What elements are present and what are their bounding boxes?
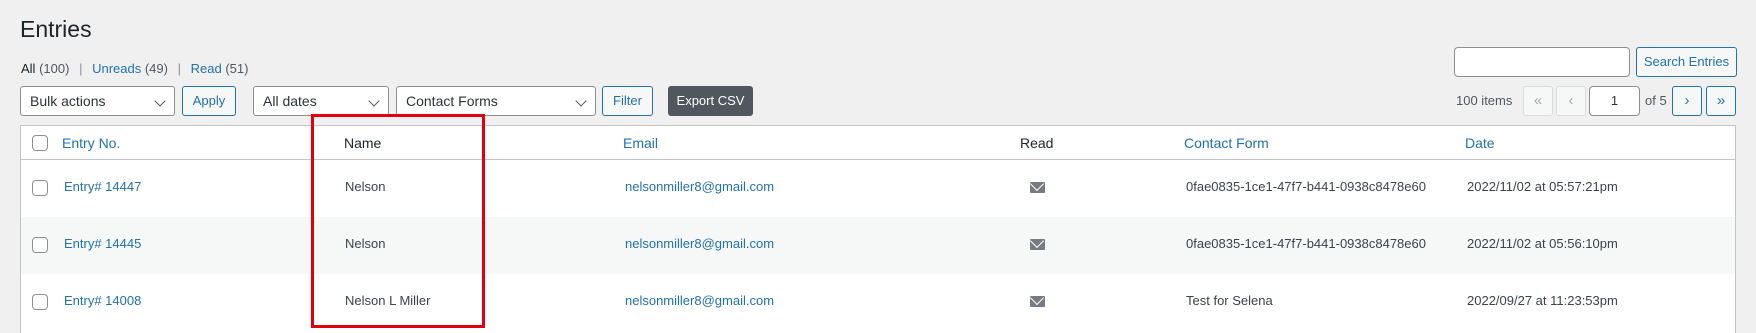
row-checkbox[interactable] — [32, 180, 48, 196]
filter-button[interactable]: Filter — [602, 86, 653, 116]
total-pages: of 5 — [1645, 93, 1667, 108]
table-row: Entry# 14447 Nelson nelsonmiller8@gmail.… — [21, 160, 1735, 217]
next-page-button[interactable]: › — [1672, 86, 1702, 116]
entry-link[interactable]: Entry# 14008 — [64, 293, 141, 308]
column-read: Read — [1020, 135, 1054, 151]
entry-contact-form: Test for Selena — [1186, 293, 1273, 308]
search-input[interactable] — [1454, 47, 1630, 77]
entry-email[interactable]: nelsonmiller8@gmail.com — [625, 236, 774, 251]
envelope-icon — [1030, 182, 1045, 193]
chevron-down-icon — [368, 95, 380, 107]
entry-date: 2022/11/02 at 05:56:10pm — [1467, 236, 1618, 251]
filter-read-count: (51) — [225, 61, 249, 76]
entry-date: 2022/09/27 at 11:23:53pm — [1467, 293, 1618, 308]
filter-separator: | — [177, 61, 181, 76]
column-date[interactable]: Date — [1465, 135, 1495, 151]
dates-value: All dates — [263, 93, 317, 109]
entry-email[interactable]: nelsonmiller8@gmail.com — [625, 293, 774, 308]
filter-unreads-count: (49) — [144, 61, 168, 76]
row-checkbox[interactable] — [32, 294, 48, 310]
name-column-highlight-box — [311, 114, 485, 328]
filter-read-link[interactable]: Read — [191, 61, 222, 76]
filter-unreads-link[interactable]: Unreads — [92, 61, 141, 76]
items-count: 100 items — [1456, 93, 1513, 108]
envelope-icon — [1030, 239, 1045, 250]
filter-all-link[interactable]: All — [21, 61, 35, 76]
column-email[interactable]: Email — [623, 135, 658, 151]
entry-contact-form: 0fae0835-1ce1-47f7-b441-0938c8478e60 — [1186, 236, 1426, 251]
row-checkbox[interactable] — [32, 237, 48, 253]
column-entry-no[interactable]: Entry No. — [62, 135, 120, 151]
table-row: Entry# 14445 Nelson nelsonmiller8@gmail.… — [21, 217, 1735, 274]
status-filter-links: All (100) | Unreads (49) | Read (51) — [21, 61, 248, 76]
select-all-checkbox[interactable] — [32, 135, 48, 151]
bulk-actions-select[interactable]: Bulk actions — [20, 86, 175, 116]
entry-link[interactable]: Entry# 14447 — [64, 179, 141, 194]
forms-value: Contact Forms — [406, 93, 498, 109]
first-page-button[interactable]: « — [1523, 86, 1553, 116]
table-row: Entry# 14008 Nelson L Miller nelsonmille… — [21, 274, 1735, 331]
envelope-icon — [1030, 296, 1045, 307]
entry-link[interactable]: Entry# 14445 — [64, 236, 141, 251]
export-csv-button[interactable]: Export CSV — [668, 86, 753, 116]
filter-separator: | — [79, 61, 83, 76]
entries-table: Entry No. Name Email Read Contact Form D… — [20, 125, 1736, 333]
dates-select[interactable]: All dates — [253, 86, 389, 116]
entry-date: 2022/11/02 at 05:57:21pm — [1467, 179, 1618, 194]
entry-email[interactable]: nelsonmiller8@gmail.com — [625, 179, 774, 194]
last-page-button[interactable]: » — [1706, 86, 1736, 116]
filter-all-count: (100) — [39, 61, 70, 76]
current-page-input[interactable]: 1 — [1589, 86, 1640, 116]
forms-select[interactable]: Contact Forms — [396, 86, 596, 116]
page-title: Entries — [20, 16, 92, 42]
bulk-actions-value: Bulk actions — [30, 93, 106, 109]
prev-page-button[interactable]: ‹ — [1556, 86, 1586, 116]
entry-contact-form: 0fae0835-1ce1-47f7-b441-0938c8478e60 — [1186, 179, 1426, 194]
search-entries-button[interactable]: Search Entries — [1636, 47, 1737, 77]
column-contact-form[interactable]: Contact Form — [1184, 135, 1269, 151]
chevron-down-icon — [575, 95, 587, 107]
chevron-down-icon — [154, 95, 166, 107]
table-header: Entry No. Name Email Read Contact Form D… — [21, 126, 1735, 160]
apply-button[interactable]: Apply — [182, 86, 236, 116]
